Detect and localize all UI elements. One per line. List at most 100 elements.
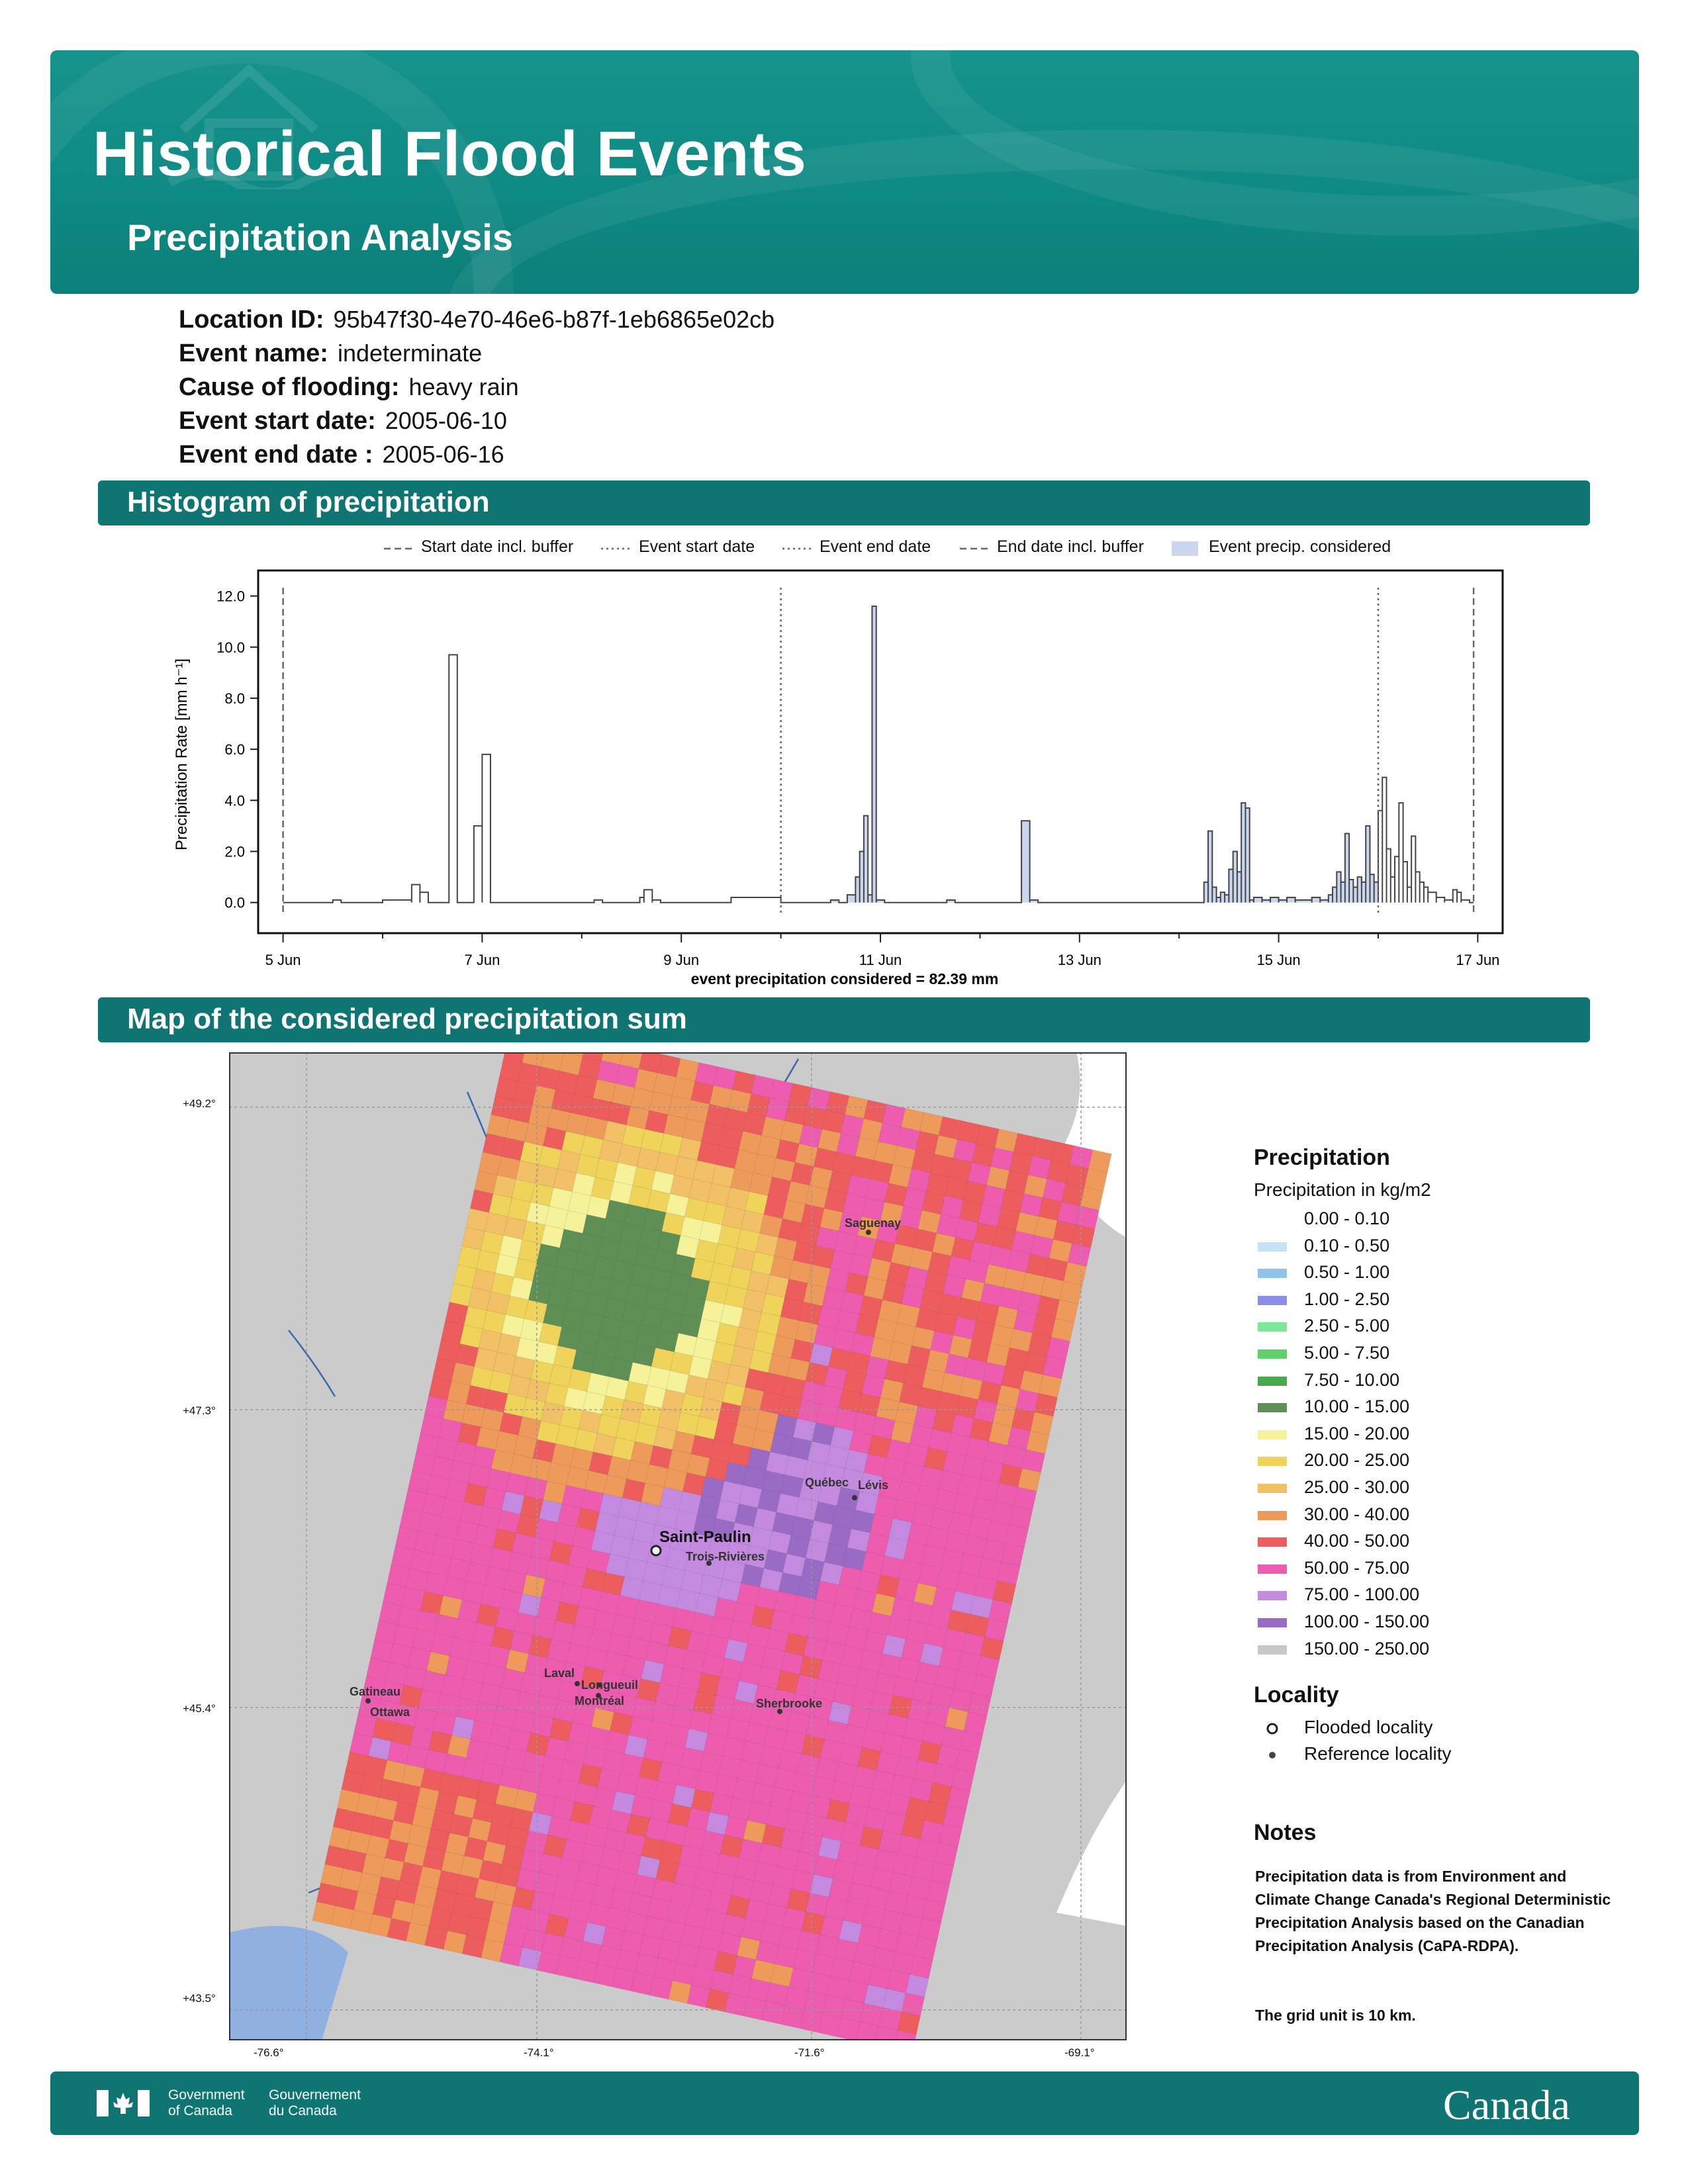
legend-class-row: 40.00 - 50.00 <box>1251 1529 1595 1555</box>
end-date-label: Event end date : <box>179 441 373 469</box>
legend-dashed-line <box>384 547 413 550</box>
legend-class-row: 0.10 - 0.50 <box>1251 1234 1595 1259</box>
legend-label-event-start: Event start date <box>639 537 755 556</box>
x-axis-label: event precipitation considered = 82.39 m… <box>691 970 999 987</box>
gov-fr-line2: du Canada <box>269 2103 337 2118</box>
legend-class-label: 7.50 - 10.00 <box>1304 1369 1400 1390</box>
legend-label-end-buffer: End date incl. buffer <box>997 537 1144 556</box>
legend-dotted-line <box>782 547 812 550</box>
precipitation-map: Saguenay Québec Lévis Saint-Paulin Trois… <box>229 1052 1127 2040</box>
legend-label-start-buffer: Start date incl. buffer <box>421 537 574 556</box>
event-name-label: Event name: <box>179 340 328 367</box>
reference-locality-marker <box>575 1681 580 1686</box>
legend-swatch <box>1258 1457 1287 1467</box>
legend-class-label: 40.00 - 50.00 <box>1304 1531 1410 1551</box>
lon-tick: -74.1° <box>524 2046 554 2059</box>
start-date-row: Event start date: 2005-06-10 <box>179 407 507 435</box>
event-fill-bar <box>1254 897 1262 903</box>
legend-class-row: 0.50 - 1.00 <box>1251 1261 1595 1286</box>
y-axis-label: Precipitation Rate [mm h⁻¹] <box>173 659 191 850</box>
place-trois-rivieres: Trois-Rivières <box>686 1550 765 1563</box>
legend-swatch <box>1258 1564 1287 1574</box>
legend-swatch <box>1258 1215 1287 1224</box>
legend-dashed-line <box>960 547 989 550</box>
x-tick-label: 15 Jun <box>1257 952 1301 968</box>
map-section-header: Map of the considered precipitation sum <box>98 997 1590 1042</box>
legend-class-label: 2.50 - 5.00 <box>1304 1316 1390 1336</box>
x-tick-label: 7 Jun <box>464 952 500 968</box>
legend-class-label: 100.00 - 150.00 <box>1304 1612 1430 1631</box>
legend-class-label: 0.00 - 0.10 <box>1304 1208 1390 1228</box>
legend-class-row: 10.00 - 15.00 <box>1251 1395 1595 1420</box>
end-date-value: 2005-06-16 <box>382 441 504 468</box>
place-ottawa: Ottawa <box>370 1706 410 1719</box>
legend-swatch <box>1258 1537 1287 1547</box>
y-tick-label: 6.0 <box>224 741 245 758</box>
legend-class-row: 30.00 - 40.00 <box>1251 1503 1595 1528</box>
legend-swatch <box>1258 1269 1287 1279</box>
place-saguenay: Saguenay <box>845 1216 901 1230</box>
y-tick-label: 2.0 <box>224 844 245 860</box>
legend-swatch <box>1258 1295 1287 1305</box>
legend-class-row: 20.00 - 25.00 <box>1251 1449 1595 1474</box>
event-fill-bar <box>1270 897 1279 903</box>
gov-en-line2: of Canada <box>168 2103 232 2118</box>
gov-en: Government of Canada <box>168 2087 245 2119</box>
legend-class-label: 150.00 - 250.00 <box>1304 1638 1430 1659</box>
y-tick-label: 8.0 <box>224 690 245 707</box>
legend-class-label: 0.50 - 1.00 <box>1304 1262 1390 1283</box>
legend-class-row: 100.00 - 150.00 <box>1251 1610 1595 1635</box>
gov-fr: Gouvernement du Canada <box>269 2087 361 2119</box>
legend-class-row: 5.00 - 7.50 <box>1251 1342 1595 1367</box>
legend-class-row: 7.50 - 10.00 <box>1251 1369 1595 1394</box>
legend-swatch <box>1258 1242 1287 1251</box>
notes-text: Precipitation data is from Environment a… <box>1255 1868 1611 1954</box>
legend-label-event-precip: Event precip. considered <box>1209 537 1391 556</box>
legend-class-row: 15.00 - 20.00 <box>1251 1422 1595 1447</box>
place-quebec: Québec <box>805 1476 849 1489</box>
reference-locality-icon <box>1269 1752 1276 1758</box>
cause-row: Cause of flooding: heavy rain <box>179 373 519 402</box>
x-tick-label: 13 Jun <box>1058 952 1102 968</box>
legend-class-label: 5.00 - 7.50 <box>1304 1343 1390 1363</box>
lat-tick: +47.3° <box>183 1404 216 1417</box>
event-fill-bar <box>847 895 856 903</box>
legend-swatch <box>1258 1510 1287 1520</box>
notes-grid-unit: The grid unit is 10 km. <box>1255 2007 1416 2024</box>
flooded-locality-icon <box>1266 1723 1278 1735</box>
notes-title: Notes <box>1254 1820 1317 1845</box>
legend-fill-swatch <box>1172 541 1198 556</box>
lon-tick: -71.6° <box>794 2046 825 2059</box>
place-longueuil: Longueuil <box>581 1678 638 1692</box>
legend-class-label: 15.00 - 20.00 <box>1304 1423 1410 1443</box>
place-laval: Laval <box>544 1666 575 1680</box>
gov-en-line1: Government <box>168 2087 245 2103</box>
place-gatineau: Gatineau <box>350 1685 400 1698</box>
x-tick-label: 9 Jun <box>663 952 699 968</box>
legend-label-event-end: Event end date <box>820 537 931 556</box>
legend-swatch <box>1258 1591 1287 1601</box>
event-name-value: indeterminate <box>337 340 483 367</box>
lat-tick: +49.2° <box>183 1097 216 1110</box>
place-montreal: Montréal <box>575 1694 624 1707</box>
event-fill-bar <box>1287 897 1295 903</box>
legend-subtitle: Precipitation in kg/m2 <box>1254 1179 1431 1200</box>
locality-title: Locality <box>1254 1682 1339 1707</box>
start-date-value: 2005-06-10 <box>385 407 507 434</box>
legend-swatch <box>1258 1403 1287 1413</box>
event-name-row: Event name: indeterminate <box>179 340 482 368</box>
x-tick-label: 17 Jun <box>1456 952 1499 968</box>
legend-title: Precipitation <box>1254 1145 1390 1170</box>
legend-swatch <box>1258 1349 1287 1359</box>
histogram-legend: Start date incl. buffer Event start date… <box>377 536 1410 563</box>
flooded-locality-label: Flooded locality <box>1304 1717 1433 1737</box>
legend-swatch <box>1258 1618 1287 1627</box>
legend-class-row: 150.00 - 250.00 <box>1251 1637 1595 1662</box>
lon-tick: -69.1° <box>1064 2046 1095 2059</box>
y-tick-label: 0.0 <box>224 895 245 911</box>
legend-class-label: 10.00 - 15.00 <box>1304 1396 1410 1417</box>
cause-label: Cause of flooding: <box>179 373 400 401</box>
location-id-value: 95b47f30-4e70-46e6-b87f-1eb6865e02cb <box>333 306 775 333</box>
location-id-label: Location ID: <box>179 306 324 334</box>
page-title: Historical Flood Events <box>93 118 807 189</box>
